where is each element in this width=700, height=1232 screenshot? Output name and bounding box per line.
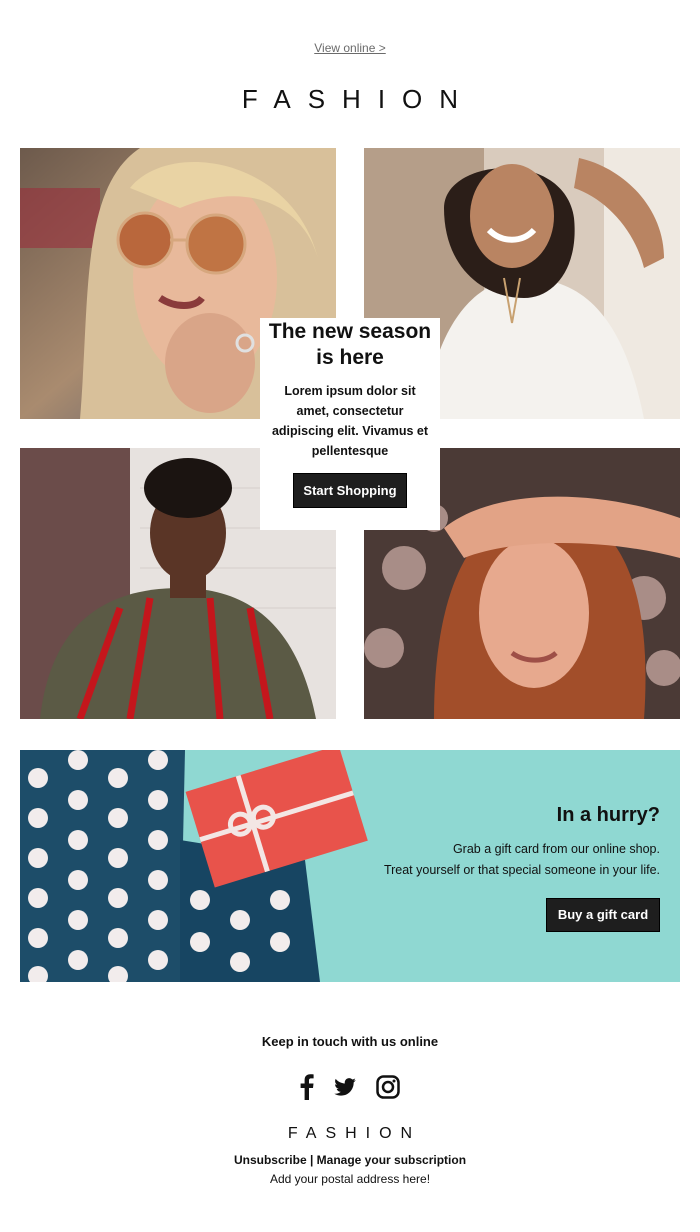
email-page: View online > FASHION The new season is …	[0, 0, 700, 1232]
footer-brand-logo: FASHION	[287, 1125, 422, 1142]
subscription-links: Unsubscribe | Manage your subscription	[0, 1153, 700, 1167]
new-season-title: The new season is here	[268, 320, 432, 369]
unsubscribe-link[interactable]: Unsubscribe	[234, 1153, 307, 1167]
facebook-icon[interactable]	[300, 1074, 314, 1105]
manage-subscription-link[interactable]: Manage your subscription	[317, 1153, 466, 1167]
buy-gift-card-button[interactable]: Buy a gift card	[546, 898, 660, 932]
postal-address: Add your postal address here!	[269, 1172, 431, 1186]
keep-in-touch-heading: Keep in touch with us online	[261, 1034, 439, 1049]
gift-card-line-2: Treat yourself or that special someone i…	[383, 863, 660, 877]
twitter-icon[interactable]	[334, 1078, 356, 1101]
new-season-card: The new season is here Lorem ipsum dolor…	[260, 318, 440, 530]
instagram-icon[interactable]	[376, 1075, 401, 1104]
gift-card-banner: In a hurry? Grab a gift card from our on…	[20, 750, 680, 982]
gift-card-line-1: Grab a gift card from our online shop.	[452, 842, 660, 856]
start-shopping-button[interactable]: Start Shopping	[293, 473, 407, 508]
brand-logo: FASHION	[241, 84, 476, 114]
link-separator: |	[306, 1153, 317, 1167]
gift-card-text: In a hurry? Grab a gift card from our on…	[384, 804, 660, 881]
gift-card-title: In a hurry?	[556, 804, 660, 826]
new-season-body: Lorem ipsum dolor sit amet, consectetur …	[271, 384, 429, 458]
social-links	[0, 1074, 700, 1105]
view-online-link[interactable]: View online >	[0, 41, 700, 55]
